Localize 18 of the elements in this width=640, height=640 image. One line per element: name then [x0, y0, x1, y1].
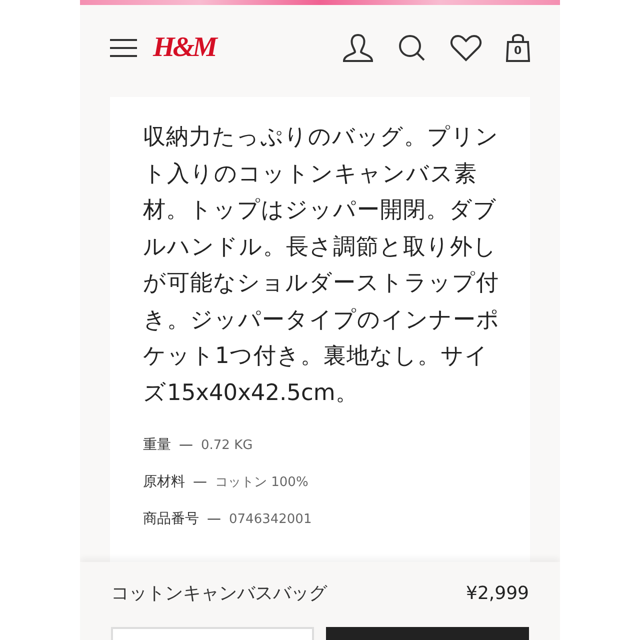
- detail-label: 商品番号: [143, 510, 199, 529]
- product-price: ¥2,999: [466, 582, 529, 606]
- account-icon[interactable]: [342, 32, 374, 62]
- bag-count: 0: [514, 44, 522, 56]
- detail-value: コットン 100%: [215, 474, 308, 492]
- product-description: 収納力たっぷりのバッグ。プリント入りのコットンキャンバス素材。トップはジッパー開閉。ダブルハンドル。長さ調節と取り外しが可能なショルダーストラップ付き。ジッパータイプのインナーポケット1つ付き。裏地なし。サイズ15x40x42.5cm。: [143, 123, 501, 408]
- detail-label: 重量: [143, 436, 171, 455]
- search-icon[interactable]: [398, 34, 426, 62]
- detail-value: 0746342001: [229, 510, 312, 529]
- product-name: コットンキャンバスバッグ: [111, 582, 327, 606]
- heart-icon[interactable]: [450, 34, 482, 62]
- detail-dash: —: [179, 436, 193, 455]
- detail-dash: —: [207, 510, 221, 529]
- detail-value: 0.72 KG: [201, 436, 253, 455]
- detail-label: 原材料: [143, 473, 185, 492]
- detail-dash: —: [193, 473, 207, 492]
- menu-icon[interactable]: [110, 38, 137, 58]
- logo[interactable]: H&M: [153, 34, 216, 62]
